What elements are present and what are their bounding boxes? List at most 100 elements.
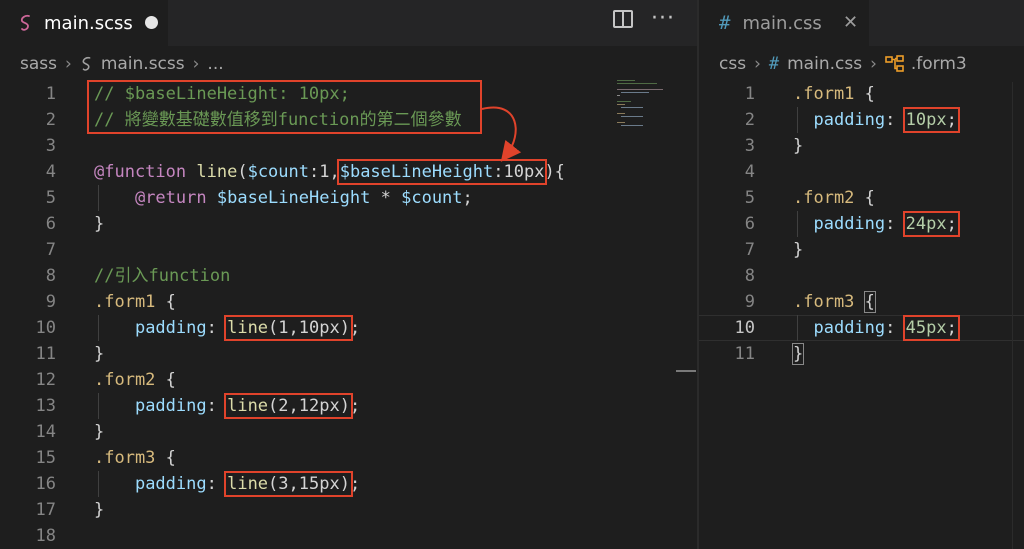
- line-number: 15: [35, 448, 56, 468]
- code-line[interactable]: 1 .form1 {: [699, 81, 1024, 107]
- code-line[interactable]: 7: [0, 237, 697, 263]
- code-line[interactable]: 6}: [0, 211, 697, 237]
- code-text: }: [94, 211, 104, 237]
- code-text: @return $baseLineHeight * $count;: [94, 185, 473, 211]
- minimap[interactable]: [613, 78, 677, 130]
- code-token: padding: [813, 214, 886, 234]
- line-number: 3: [744, 136, 755, 156]
- code-line[interactable]: 11}: [699, 341, 1024, 367]
- code-token: @return: [134, 188, 207, 208]
- code-token: }: [793, 240, 804, 260]
- unsaved-dot-icon[interactable]: [145, 16, 158, 29]
- code-token: :: [885, 214, 906, 234]
- code-text: padding: 45px;: [793, 315, 960, 341]
- css-hash-icon: #: [719, 12, 731, 34]
- code-line[interactable]: 17}: [0, 497, 697, 523]
- code-token: 45px: [905, 318, 947, 338]
- left-tab-bar: main.scss ···: [0, 0, 697, 46]
- code-token: $baseLineHeight: [216, 188, 371, 208]
- code-token: :10px: [493, 162, 545, 182]
- code-text: }: [94, 341, 104, 367]
- line-number: 9: [45, 292, 56, 312]
- breadcrumb-more[interactable]: ...: [207, 54, 223, 74]
- code-line[interactable]: 5 @return $baseLineHeight * $count;: [0, 185, 697, 211]
- code-line[interactable]: 18: [0, 523, 697, 549]
- line-number: 2: [45, 110, 56, 130]
- code-text: .form3 {: [793, 289, 876, 315]
- code-line[interactable]: 3: [0, 133, 697, 159]
- code-line[interactable]: 12 .form2 {: [0, 367, 697, 393]
- indent-guide: [98, 315, 99, 341]
- code-line[interactable]: 9 .form3 {: [699, 289, 1024, 315]
- code-token: line: [227, 396, 269, 416]
- breadcrumb-folder[interactable]: sass: [20, 54, 57, 74]
- code-text: .form1 {: [94, 289, 176, 315]
- line-number: 6: [45, 214, 56, 234]
- code-text: .form3 {: [94, 445, 176, 471]
- indent-guide: [98, 393, 99, 419]
- code-token: $count: [401, 188, 463, 208]
- code-line[interactable]: 3}: [699, 133, 1024, 159]
- annotation-highlight-box: 24px;: [902, 211, 960, 237]
- code-token: .form1: [793, 84, 855, 104]
- code-line[interactable]: 10 padding: 45px;: [699, 315, 1024, 341]
- code-line[interactable]: 8 //引入function: [0, 263, 697, 289]
- code-token: line: [196, 162, 238, 182]
- tab-main-css[interactable]: # main.css ✕: [699, 0, 869, 46]
- code-token: {: [155, 292, 176, 312]
- vertical-scrollbar[interactable]: [683, 82, 697, 549]
- code-line[interactable]: 15 .form3 {: [0, 445, 697, 471]
- code-text: }: [793, 133, 803, 159]
- code-token: }: [94, 500, 105, 520]
- code-line[interactable]: 4 @function line($count:1,$baseLineHeight…: [0, 159, 697, 185]
- line-number: 18: [35, 526, 56, 546]
- code-token: :: [206, 474, 228, 494]
- code-token: {: [155, 370, 176, 390]
- vertical-scrollbar[interactable]: [1012, 82, 1024, 549]
- breadcrumb-symbol[interactable]: .form3: [911, 54, 967, 74]
- code-text: }: [94, 497, 104, 523]
- code-line[interactable]: 7}: [699, 237, 1024, 263]
- code-token: {: [854, 84, 875, 104]
- annotation-highlight-box: line(2,12px): [224, 393, 353, 419]
- right-tab-bar: # main.css ✕: [699, 0, 1024, 46]
- code-line[interactable]: 4: [699, 159, 1024, 185]
- code-line[interactable]: 9 .form1 {: [0, 289, 697, 315]
- line-number: 8: [45, 266, 56, 286]
- line-number: 4: [744, 162, 755, 182]
- code-token: *: [370, 188, 402, 208]
- code-text: padding: 24px;: [793, 211, 960, 237]
- indent-guide: [98, 185, 99, 211]
- breadcrumb-file[interactable]: main.css: [787, 54, 862, 74]
- more-actions-icon[interactable]: ···: [651, 8, 675, 30]
- code-token: padding: [813, 110, 886, 130]
- code-token: $baseLineHeight: [339, 162, 494, 182]
- code-line[interactable]: 2 padding: 10px;: [699, 107, 1024, 133]
- tab-title: main.scss: [44, 12, 133, 34]
- code-line[interactable]: 13 padding: line(2,12px);: [0, 393, 697, 419]
- close-icon[interactable]: ✕: [843, 12, 858, 33]
- code-line[interactable]: 14}: [0, 419, 697, 445]
- breadcrumb-file[interactable]: main.scss: [101, 54, 185, 74]
- code-line[interactable]: 16 padding: line(3,15px);: [0, 471, 697, 497]
- code-line[interactable]: 6 padding: 24px;: [699, 211, 1024, 237]
- code-line[interactable]: 8: [699, 263, 1024, 289]
- code-token: :: [206, 396, 228, 416]
- bracket-match-open: {: [863, 291, 876, 313]
- code-token: .form2: [793, 188, 855, 208]
- code-line[interactable]: 10 padding: line(1,10px);: [0, 315, 697, 341]
- tab-main-scss[interactable]: main.scss: [0, 0, 168, 46]
- breadcrumb-folder[interactable]: css: [719, 54, 746, 74]
- line-number: 12: [35, 370, 56, 390]
- code-line[interactable]: 5 .form2 {: [699, 185, 1024, 211]
- code-line[interactable]: 11}: [0, 341, 697, 367]
- code-token: .form2: [94, 370, 156, 390]
- line-number: 8: [744, 266, 755, 286]
- code-token: .form3: [94, 448, 156, 468]
- code-text: @function line($count:1,$baseLineHeight:…: [94, 159, 565, 185]
- code-token: //引入function: [94, 266, 231, 286]
- split-editor-icon[interactable]: [613, 10, 634, 28]
- annotation-highlight-box: $baseLineHeight:10px: [336, 159, 548, 185]
